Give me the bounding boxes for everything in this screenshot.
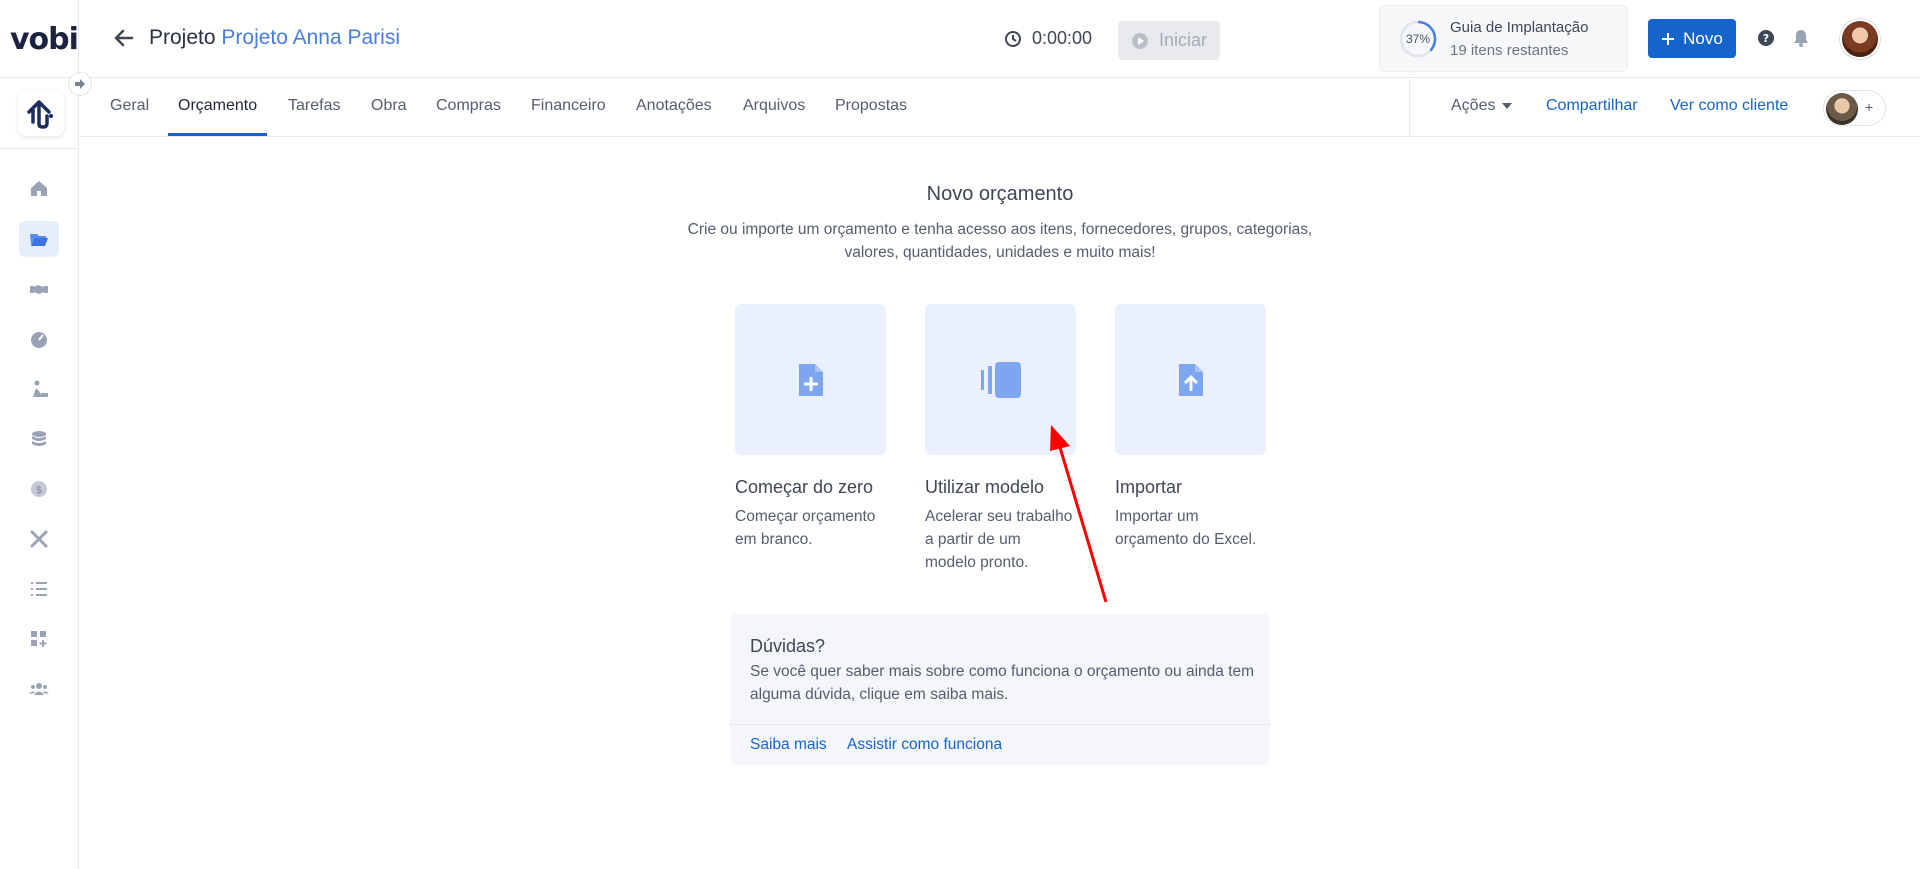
- list-icon: [31, 582, 47, 596]
- user-avatar[interactable]: [1840, 19, 1880, 59]
- rail-workers[interactable]: [19, 371, 59, 407]
- project-name[interactable]: Projeto Anna Parisi: [221, 26, 400, 49]
- rail-users[interactable]: [19, 671, 59, 707]
- shared-users[interactable]: +: [1823, 90, 1886, 126]
- top-header: Projeto Projeto Anna Parisi 0:00:00 Inic…: [80, 0, 1920, 78]
- back-arrow-icon[interactable]: [112, 26, 136, 50]
- tab-orcamento[interactable]: Orçamento: [178, 97, 257, 115]
- card-description: Importar um orçamento do Excel.: [1115, 508, 1257, 548]
- tabs-divider: [1409, 79, 1410, 137]
- watch-how-it-works-link[interactable]: Assistir como funciona: [847, 736, 1002, 754]
- active-tab-indicator: [168, 133, 267, 136]
- dollar-icon: $: [31, 481, 47, 497]
- project-tabs: Geral Orçamento Tarefas Obra Compras Fin…: [80, 79, 1920, 137]
- tab-compras[interactable]: Compras: [436, 97, 501, 115]
- rail-tools[interactable]: [19, 521, 59, 557]
- guide-percent: 37%: [1405, 32, 1431, 46]
- section-title: Novo orçamento: [926, 183, 1074, 205]
- rail-dashboard[interactable]: [19, 321, 59, 357]
- gauge-icon: [31, 332, 47, 348]
- handshake-icon: [30, 285, 48, 294]
- bell-icon[interactable]: [1792, 29, 1810, 47]
- card-title: Começar do zero: [735, 477, 874, 497]
- project-prefix: Projeto: [149, 26, 216, 49]
- add-user-icon: +: [1865, 99, 1874, 115]
- worker-icon: [33, 380, 48, 397]
- database-icon: [32, 431, 46, 446]
- file-plus-icon: [798, 363, 823, 396]
- actions-label: Ações: [1451, 97, 1496, 114]
- collapse-sidebar-button[interactable]: [68, 72, 92, 96]
- guide-title: Guia de Implantação: [1450, 19, 1589, 36]
- rail-divider: [0, 77, 79, 78]
- actions-dropdown[interactable]: Ações: [1451, 97, 1513, 115]
- card-title: Importar: [1115, 477, 1183, 497]
- svg-text:?: ?: [1763, 32, 1769, 45]
- company-logo[interactable]: [18, 90, 64, 136]
- new-button[interactable]: Novo: [1648, 19, 1736, 58]
- implementation-guide[interactable]: 37% Guia de Implantação 19 itens restant…: [1379, 5, 1628, 72]
- guide-subtitle: 19 itens restantes: [1450, 42, 1569, 59]
- section-description: Crie ou importe um orçamento e tenha ace…: [687, 221, 1313, 261]
- tab-obra[interactable]: Obra: [371, 97, 407, 115]
- start-timer-label: Iniciar: [1158, 30, 1207, 50]
- rail-deals[interactable]: [19, 271, 59, 307]
- use-template-card[interactable]: [925, 304, 1076, 455]
- company-logo-icon: [27, 100, 53, 129]
- tab-propostas[interactable]: Propostas: [835, 97, 907, 115]
- plus-icon: [1662, 32, 1675, 45]
- clock-icon: [1005, 30, 1021, 47]
- users-icon: [29, 683, 49, 695]
- file-upload-icon: [1178, 363, 1203, 396]
- help-divider: [730, 724, 1270, 725]
- svg-text:$: $: [36, 485, 42, 496]
- card-description: Começar orçamento em branco.: [735, 508, 876, 548]
- caret-down-icon: [1502, 103, 1513, 109]
- help-title: Dúvidas?: [750, 636, 826, 656]
- tools-icon: [30, 530, 48, 548]
- rail-projects[interactable]: [19, 221, 59, 257]
- vobi-logo[interactable]: vobi: [10, 22, 79, 57]
- start-from-scratch-card[interactable]: [735, 304, 886, 455]
- arrow-right-icon: [75, 79, 85, 89]
- apps-add-icon: [31, 631, 47, 647]
- import-card[interactable]: [1115, 304, 1266, 455]
- rail-apps[interactable]: [19, 621, 59, 657]
- tab-arquivos[interactable]: Arquivos: [743, 97, 805, 115]
- start-timer-button[interactable]: Iniciar: [1118, 21, 1220, 60]
- template-icon: [980, 361, 1021, 398]
- card-description: Acelerar seu trabalho a partir de um mod…: [925, 508, 1073, 571]
- tab-anotacoes[interactable]: Anotações: [636, 97, 712, 115]
- rail-finance[interactable]: $: [19, 471, 59, 507]
- rail-database[interactable]: [19, 421, 59, 457]
- help-text: Se você quer saber mais sobre como funci…: [750, 663, 1255, 703]
- folder-icon: [30, 234, 48, 246]
- help-box: Dúvidas? Se você quer saber mais sobre c…: [730, 614, 1270, 765]
- learn-more-link[interactable]: Saiba mais: [750, 736, 827, 754]
- rail-list[interactable]: [19, 571, 59, 607]
- timer: 0:00:00: [1004, 28, 1092, 49]
- page-title: Projeto Projeto Anna Parisi: [149, 26, 400, 50]
- shared-user-avatar: [1826, 93, 1858, 125]
- card-title: Utilizar modelo: [925, 477, 1045, 497]
- view-as-client-link[interactable]: Ver como cliente: [1670, 97, 1788, 115]
- left-rail: vobi $: [0, 0, 79, 869]
- tab-financeiro[interactable]: Financeiro: [531, 97, 606, 115]
- play-icon: [1131, 32, 1148, 49]
- tab-geral[interactable]: Geral: [110, 97, 149, 115]
- timer-value: 0:00:00: [1032, 28, 1093, 48]
- help-icon[interactable]: ?: [1757, 29, 1775, 47]
- rail-divider: [0, 148, 79, 149]
- new-button-label: Novo: [1683, 28, 1723, 48]
- share-link[interactable]: Compartilhar: [1546, 97, 1638, 115]
- tab-tarefas[interactable]: Tarefas: [288, 97, 340, 115]
